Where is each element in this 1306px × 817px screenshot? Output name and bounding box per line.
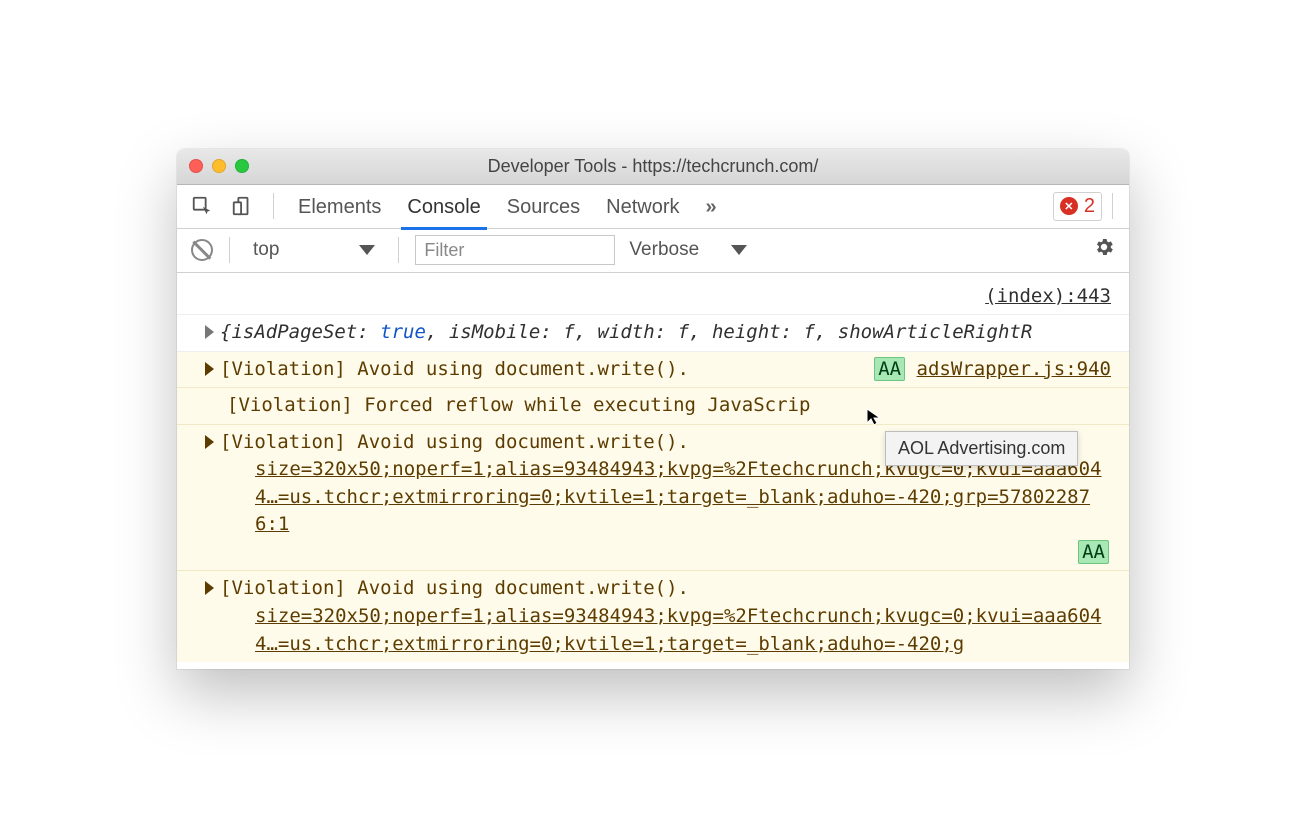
tab-elements[interactable]: Elements <box>294 196 385 229</box>
settings-icon[interactable] <box>1093 236 1115 264</box>
product-badge[interactable]: AA <box>874 357 905 381</box>
source-link[interactable]: adsWrapper.js:940 <box>917 358 1111 380</box>
error-indicator[interactable]: 2 <box>1053 192 1102 221</box>
zoom-window-button[interactable] <box>235 159 249 173</box>
inspect-element-icon[interactable] <box>191 195 213 217</box>
badge-tooltip: AOL Advertising.com <box>885 431 1078 466</box>
filter-input[interactable] <box>415 235 615 265</box>
titlebar: Developer Tools - https://techcrunch.com… <box>177 149 1129 185</box>
source-link[interactable]: size=320x50;noperf=1;alias=93484943;kvpg… <box>255 458 1101 535</box>
devtools-toolbar: Elements Console Sources Network » 2 <box>177 185 1129 229</box>
toolbar-divider <box>229 237 230 263</box>
source-link-row: (index):443 <box>177 279 1129 316</box>
tab-console[interactable]: Console <box>403 196 484 229</box>
window-title: Developer Tools - https://techcrunch.com… <box>177 156 1129 177</box>
context-selector[interactable]: top <box>246 236 382 264</box>
source-link[interactable]: (index):443 <box>985 283 1111 311</box>
disclosure-triangle-icon[interactable] <box>205 435 214 449</box>
toolbar-divider <box>1112 193 1113 219</box>
toolbar-divider <box>398 237 399 263</box>
log-row-violation[interactable]: [Violation] Avoid using document.write()… <box>177 571 1129 662</box>
log-message: [Violation] Avoid using document.write()… <box>220 431 689 453</box>
log-message: [Violation] Forced reflow while executin… <box>227 394 810 416</box>
tab-sources[interactable]: Sources <box>503 196 584 229</box>
disclosure-triangle-icon[interactable] <box>205 325 214 339</box>
close-window-button[interactable] <box>189 159 203 173</box>
product-badge[interactable]: AA <box>1078 540 1109 564</box>
error-icon <box>1060 197 1078 215</box>
log-message: [Violation] Avoid using document.write()… <box>220 358 689 380</box>
devtools-window: Developer Tools - https://techcrunch.com… <box>177 149 1129 669</box>
clear-console-icon[interactable] <box>191 239 213 261</box>
log-row-violation[interactable]: [Violation] Forced reflow while executin… <box>177 388 1129 425</box>
traffic-lights <box>189 159 249 173</box>
minimize-window-button[interactable] <box>212 159 226 173</box>
log-level-selector[interactable]: Verbose <box>629 239 747 261</box>
log-level-label: Verbose <box>629 239 699 261</box>
chevron-down-icon <box>731 245 747 255</box>
chevron-down-icon <box>359 245 375 255</box>
console-toolbar: top Verbose <box>177 229 1129 273</box>
source-link[interactable]: size=320x50;noperf=1;alias=93484943;kvpg… <box>255 605 1101 655</box>
device-toolbar-icon[interactable] <box>231 195 253 217</box>
tabs-overflow-button[interactable]: » <box>702 196 721 229</box>
context-label: top <box>253 239 279 261</box>
disclosure-triangle-icon[interactable] <box>205 581 214 595</box>
toolbar-divider <box>273 193 274 219</box>
disclosure-triangle-icon[interactable] <box>205 362 214 376</box>
error-count: 2 <box>1084 195 1095 218</box>
log-message: [Violation] Avoid using document.write()… <box>220 577 689 599</box>
log-row-object[interactable]: {isAdPageSet: true, isMobile: f, width: … <box>177 315 1129 352</box>
mouse-cursor-icon <box>865 407 885 427</box>
console-output: (index):443 {isAdPageSet: true, isMobile… <box>177 273 1129 669</box>
tab-network[interactable]: Network <box>602 196 683 229</box>
log-row-violation[interactable]: [Violation] Avoid using document.write()… <box>177 352 1129 389</box>
